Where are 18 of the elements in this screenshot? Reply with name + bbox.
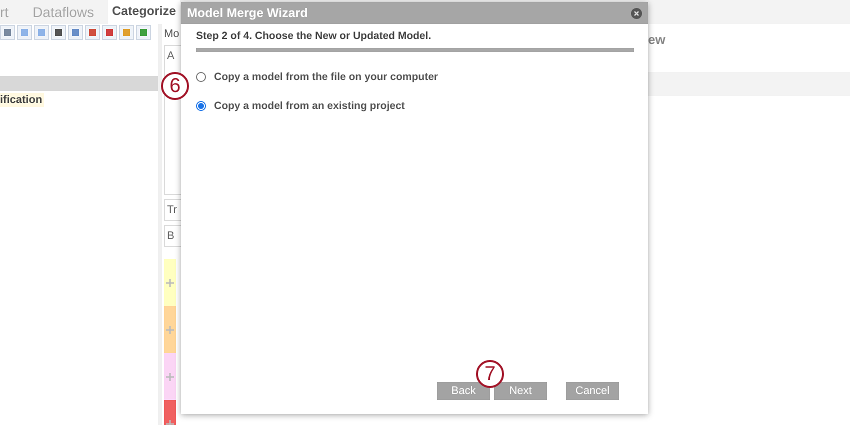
option-label[interactable]: Copy a model from an existing project [214, 100, 405, 112]
toolbar-icon[interactable] [85, 25, 100, 40]
tree-item[interactable]: ification [0, 93, 44, 107]
close-icon[interactable] [631, 8, 642, 18]
option-label[interactable]: Copy a model from the file on your computer [214, 71, 438, 83]
radio-button[interactable] [196, 101, 206, 111]
toolbar-icon[interactable] [136, 25, 151, 40]
toolbar-icon[interactable] [68, 25, 83, 40]
radio-button[interactable] [196, 72, 206, 82]
section-heading: ew [648, 32, 666, 49]
toolbar-icon[interactable] [0, 25, 15, 40]
dialog-title: Model Merge Wizard [187, 6, 308, 20]
step-heading: Step 2 of 4. Choose the New or Updated Model. [196, 30, 432, 42]
toolbar-icon[interactable] [102, 25, 117, 40]
panel-label: Mo [164, 28, 180, 41]
plus-icon[interactable] [166, 278, 174, 286]
toolbar-icon[interactable] [51, 25, 66, 40]
tab[interactable]: Categorize [108, 0, 180, 24]
